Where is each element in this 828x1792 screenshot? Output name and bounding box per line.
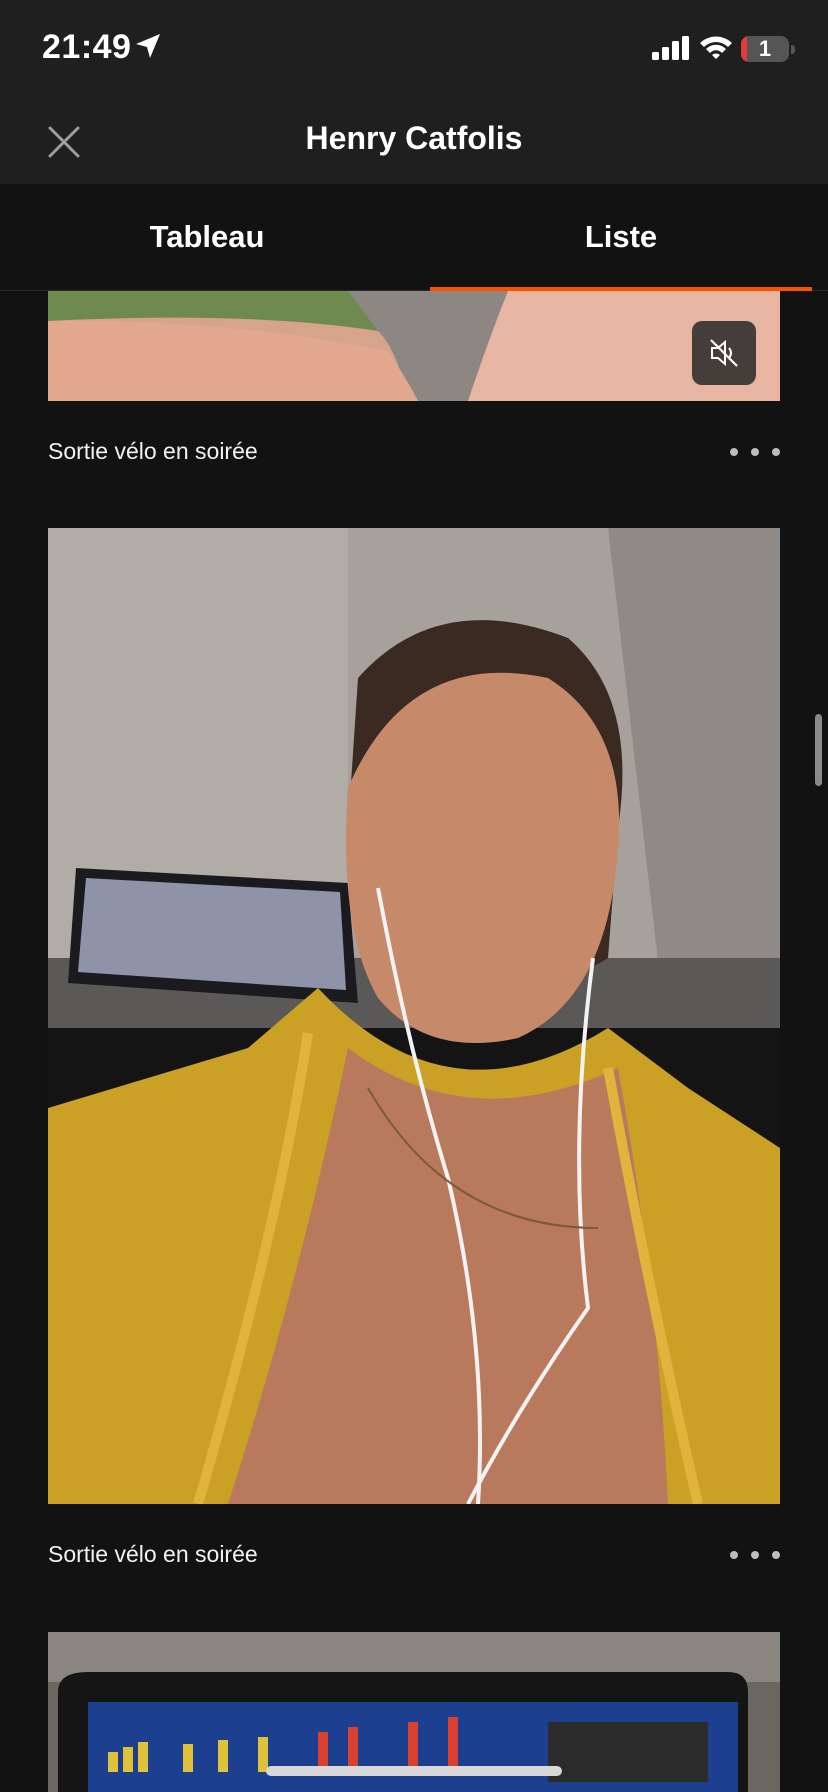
clock: 21:49: [42, 28, 132, 66]
feed-item-1-footer: Sortie vélo en soirée: [48, 432, 780, 472]
wifi-icon: [700, 36, 732, 59]
tab-liste[interactable]: Liste: [414, 184, 828, 290]
activity-caption: Sortie vélo en soirée: [48, 438, 258, 464]
cellular-signal-icon: [652, 36, 689, 60]
more-options-button[interactable]: [730, 1535, 780, 1575]
feed-photo-2: [48, 528, 780, 1504]
volume-muted-icon: [710, 339, 738, 367]
mute-button[interactable]: [692, 321, 756, 385]
home-indicator[interactable]: [266, 1766, 562, 1776]
battery-level: 1: [758, 36, 772, 61]
tab-tableau[interactable]: Tableau: [0, 184, 414, 290]
feed-item-2-footer: Sortie vélo en soirée: [48, 1535, 780, 1575]
status-bar: 21:49 1: [0, 0, 828, 100]
location-arrow-icon: [136, 34, 160, 58]
feed-photo-1: [48, 291, 780, 401]
tab-bar: Tableau Liste: [0, 184, 828, 291]
page-title: Henry Catfolis: [305, 120, 523, 156]
scrollbar[interactable]: [815, 714, 822, 786]
header: Henry Catfolis: [0, 100, 828, 184]
feed-media-2[interactable]: [48, 528, 780, 1504]
more-options-button[interactable]: [730, 432, 780, 472]
feed-media-1[interactable]: [48, 291, 780, 401]
battery-icon: 1: [741, 36, 789, 62]
activity-caption: Sortie vélo en soirée: [48, 1541, 258, 1567]
battery-cap: [791, 45, 795, 54]
